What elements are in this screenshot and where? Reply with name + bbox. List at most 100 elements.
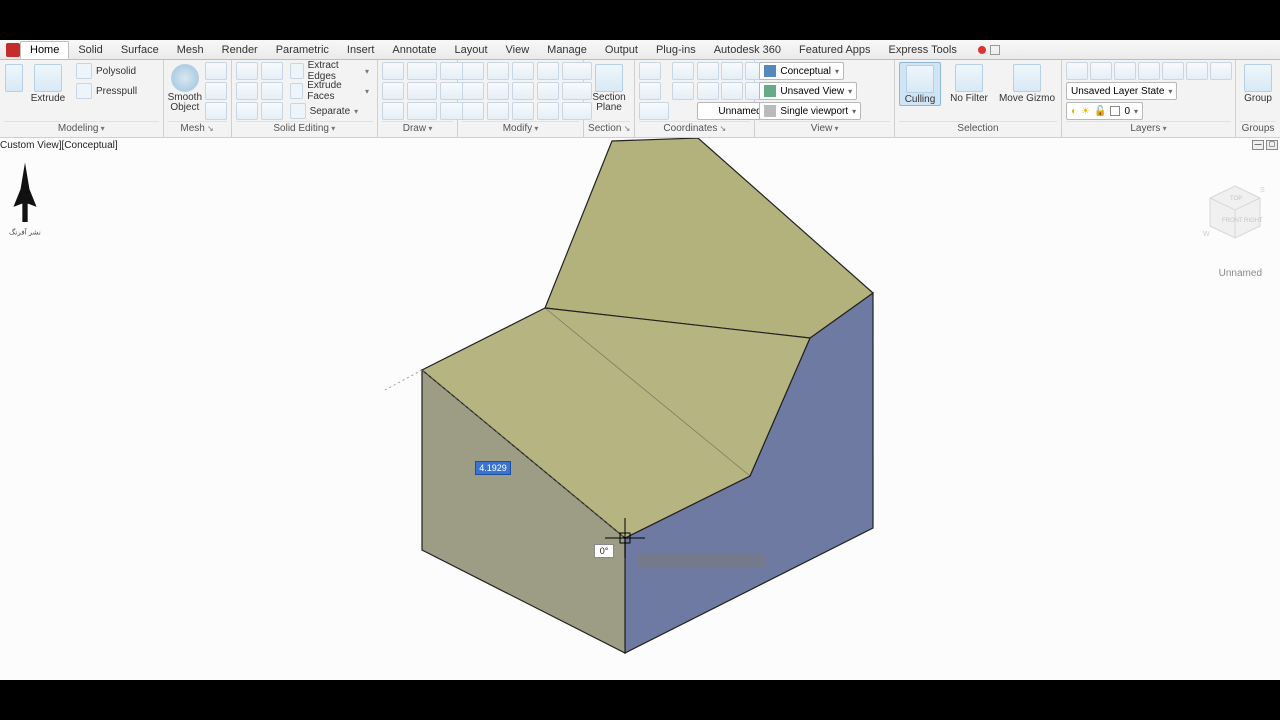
tab-plugins[interactable]: Plug-ins	[647, 42, 705, 58]
tab-view[interactable]: View	[497, 42, 539, 58]
panel-title-draw[interactable]: Draw	[403, 123, 433, 134]
viewport-label[interactable]: Custom View][Conceptual]	[0, 140, 118, 151]
record-indicator[interactable]	[978, 45, 1000, 55]
ucs-c1[interactable]	[697, 62, 719, 80]
panel-title-section[interactable]: Section	[588, 123, 630, 134]
tab-autodesk360[interactable]: Autodesk 360	[705, 42, 790, 58]
draw-b1[interactable]	[407, 62, 437, 80]
panel-title-modeling[interactable]: Modeling	[58, 123, 105, 134]
tab-insert[interactable]: Insert	[338, 42, 384, 58]
tab-render[interactable]: Render	[213, 42, 267, 58]
mod-a2[interactable]	[462, 82, 484, 100]
draw-a3[interactable]	[382, 102, 404, 120]
no-filter-button[interactable]: No Filter	[944, 62, 994, 104]
layer-b3[interactable]	[1114, 62, 1136, 80]
panel-title-view[interactable]: View	[811, 123, 839, 134]
dynamic-angle-input[interactable]: 0°	[594, 544, 614, 558]
layer-b4[interactable]	[1138, 62, 1160, 80]
ucs-b2[interactable]	[672, 82, 694, 100]
mod-d3[interactable]	[537, 102, 559, 120]
ucs-d2[interactable]	[721, 82, 743, 100]
mod-d2[interactable]	[537, 82, 559, 100]
culling-button[interactable]: Culling	[899, 62, 941, 106]
mod-c2[interactable]	[512, 82, 534, 100]
layer-b1[interactable]	[1066, 62, 1088, 80]
tab-annotate[interactable]: Annotate	[383, 42, 445, 58]
extrude-faces-button[interactable]: Extrude Faces▾	[286, 82, 373, 100]
3d-model[interactable]: 4.1929 0°	[380, 138, 900, 678]
tab-express-tools[interactable]: Express Tools	[880, 42, 966, 58]
layer-b5[interactable]	[1162, 62, 1184, 80]
viewport-maximize-button[interactable]: ▢	[1266, 140, 1278, 150]
saved-view-combo[interactable]: Unsaved View▾	[759, 82, 857, 100]
smooth-object-button[interactable]: Smooth Object	[168, 62, 202, 113]
mesh-btn-3[interactable]	[205, 102, 227, 120]
panel-section: Section Plane Section	[584, 60, 635, 137]
viewport-config-combo[interactable]: Single viewport▾	[759, 102, 861, 120]
se-b3[interactable]	[261, 102, 283, 120]
layer-b6[interactable]	[1186, 62, 1208, 80]
panel-title-selection: Selection	[957, 123, 998, 134]
panel-title-layers[interactable]: Layers	[1130, 123, 1166, 134]
ucs-d1[interactable]	[697, 82, 719, 100]
current-layer-combo[interactable]: ◐ ☀ 🔓 0▾	[1066, 102, 1143, 120]
dynamic-tooltip	[638, 553, 766, 567]
tab-home[interactable]: Home	[20, 41, 69, 59]
move-gizmo-button[interactable]: Move Gizmo	[997, 62, 1057, 104]
mesh-btn-2[interactable]	[205, 82, 227, 100]
group-button[interactable]: Group	[1240, 62, 1276, 104]
svg-text:W: W	[1203, 231, 1210, 238]
ucs-b1[interactable]	[672, 62, 694, 80]
mod-b3[interactable]	[487, 102, 509, 120]
tab-mesh[interactable]: Mesh	[168, 42, 213, 58]
draw-a1[interactable]	[382, 62, 404, 80]
draw-b2[interactable]	[407, 82, 437, 100]
ucs-c2[interactable]	[721, 62, 743, 80]
mod-a3[interactable]	[462, 102, 484, 120]
tab-parametric[interactable]: Parametric	[267, 42, 338, 58]
tab-layout[interactable]: Layout	[445, 42, 496, 58]
se-b2[interactable]	[261, 82, 283, 100]
mod-a1[interactable]	[462, 62, 484, 80]
layer-state-combo[interactable]: Unsaved Layer State▾	[1066, 82, 1177, 100]
se-b1[interactable]	[261, 62, 283, 80]
presspull-button[interactable]: Presspull	[72, 82, 141, 100]
draw-a2[interactable]	[382, 82, 404, 100]
panel-title-solid-editing[interactable]: Solid Editing	[273, 123, 335, 134]
ucs-a2[interactable]	[639, 82, 661, 100]
extract-edges-button[interactable]: Extract Edges▾	[286, 62, 373, 80]
mod-c3[interactable]	[512, 102, 534, 120]
mod-b2[interactable]	[487, 82, 509, 100]
section-plane-button[interactable]: Section Plane	[588, 62, 630, 113]
draw-b3[interactable]	[407, 102, 437, 120]
visual-style-combo[interactable]: Conceptual▾	[759, 62, 844, 80]
mod-c1[interactable]	[512, 62, 534, 80]
viewcube-ucs-label[interactable]: Unnamed	[1219, 268, 1262, 279]
se-a1[interactable]	[236, 62, 258, 80]
viewport-minimize-button[interactable]: —	[1252, 140, 1264, 150]
separate-button[interactable]: Separate▾	[286, 102, 373, 120]
panel-title-coordinates[interactable]: Coordinates	[663, 123, 726, 134]
tab-featured-apps[interactable]: Featured Apps	[790, 42, 880, 58]
mesh-btn-1[interactable]	[205, 62, 227, 80]
ucs-a1[interactable]	[639, 62, 661, 80]
tab-solid[interactable]: Solid	[69, 42, 111, 58]
panel-title-modify[interactable]: Modify	[503, 123, 539, 134]
view-cube[interactable]: FRONT RIGHT TOP W S	[1200, 178, 1270, 248]
mod-b1[interactable]	[487, 62, 509, 80]
dynamic-distance-input[interactable]: 4.1929	[475, 461, 511, 475]
mod-d1[interactable]	[537, 62, 559, 80]
se-a2[interactable]	[236, 82, 258, 100]
layer-b2[interactable]	[1090, 62, 1112, 80]
tab-surface[interactable]: Surface	[112, 42, 168, 58]
ucs-a3[interactable]	[639, 102, 669, 120]
panel-title-mesh[interactable]: Mesh	[180, 123, 213, 134]
polysolid-button[interactable]: Polysolid	[72, 62, 141, 80]
extrude-button[interactable]: Extrude	[27, 62, 69, 104]
viewport[interactable]: Custom View][Conceptual] — ▢ نشر آفرنگ F…	[0, 138, 1280, 680]
tab-manage[interactable]: Manage	[538, 42, 596, 58]
box-button[interactable]	[4, 62, 24, 92]
tab-output[interactable]: Output	[596, 42, 647, 58]
se-a3[interactable]	[236, 102, 258, 120]
layer-b7[interactable]	[1210, 62, 1232, 80]
